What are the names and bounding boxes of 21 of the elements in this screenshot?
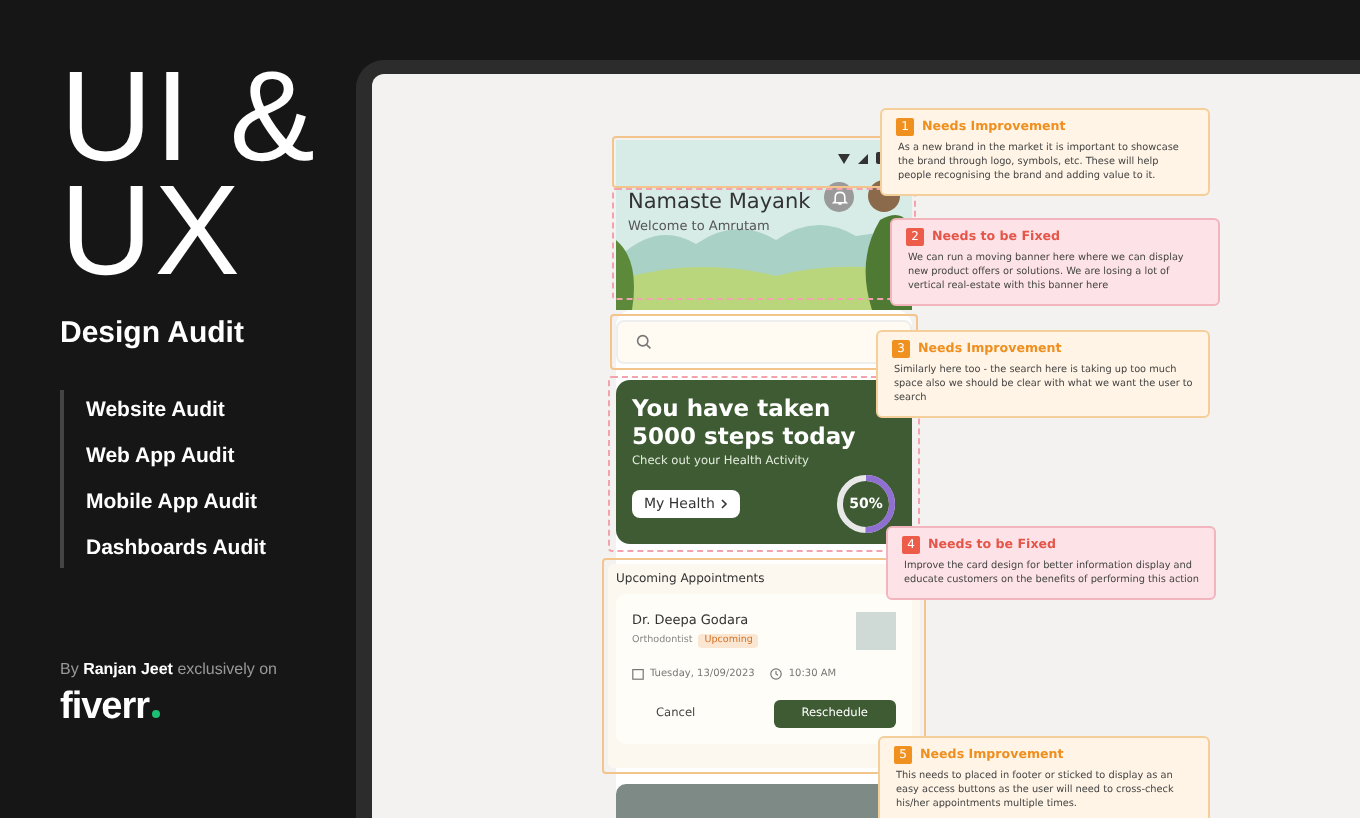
photo-placeholder bbox=[856, 612, 896, 650]
chevron-icon bbox=[720, 498, 729, 510]
subtitle: Design Audit bbox=[60, 316, 246, 350]
greeting-title: Namaste Mayank bbox=[628, 190, 811, 214]
service-item: Web App Audit bbox=[86, 444, 237, 468]
card-title: 5000 steps today bbox=[632, 422, 858, 450]
brand-logo: fiverr bbox=[60, 686, 160, 730]
signal-icon bbox=[858, 153, 868, 163]
service-item: Mobile App Audit bbox=[86, 490, 260, 514]
headline: UX bbox=[60, 174, 242, 288]
credit-text: By Ranjan Jeet exclusively on bbox=[60, 660, 279, 678]
search-icon bbox=[636, 334, 652, 350]
bell-icon bbox=[831, 189, 847, 205]
service-item: Website Audit bbox=[86, 398, 227, 422]
wifi-icon bbox=[838, 153, 850, 163]
progress-ring bbox=[836, 474, 896, 534]
calendar-icon bbox=[632, 668, 644, 680]
card-title: You have taken bbox=[632, 394, 833, 422]
service-item: Dashboards Audit bbox=[86, 536, 269, 560]
headline: UI & bbox=[60, 60, 319, 174]
clock-icon bbox=[770, 668, 783, 680]
